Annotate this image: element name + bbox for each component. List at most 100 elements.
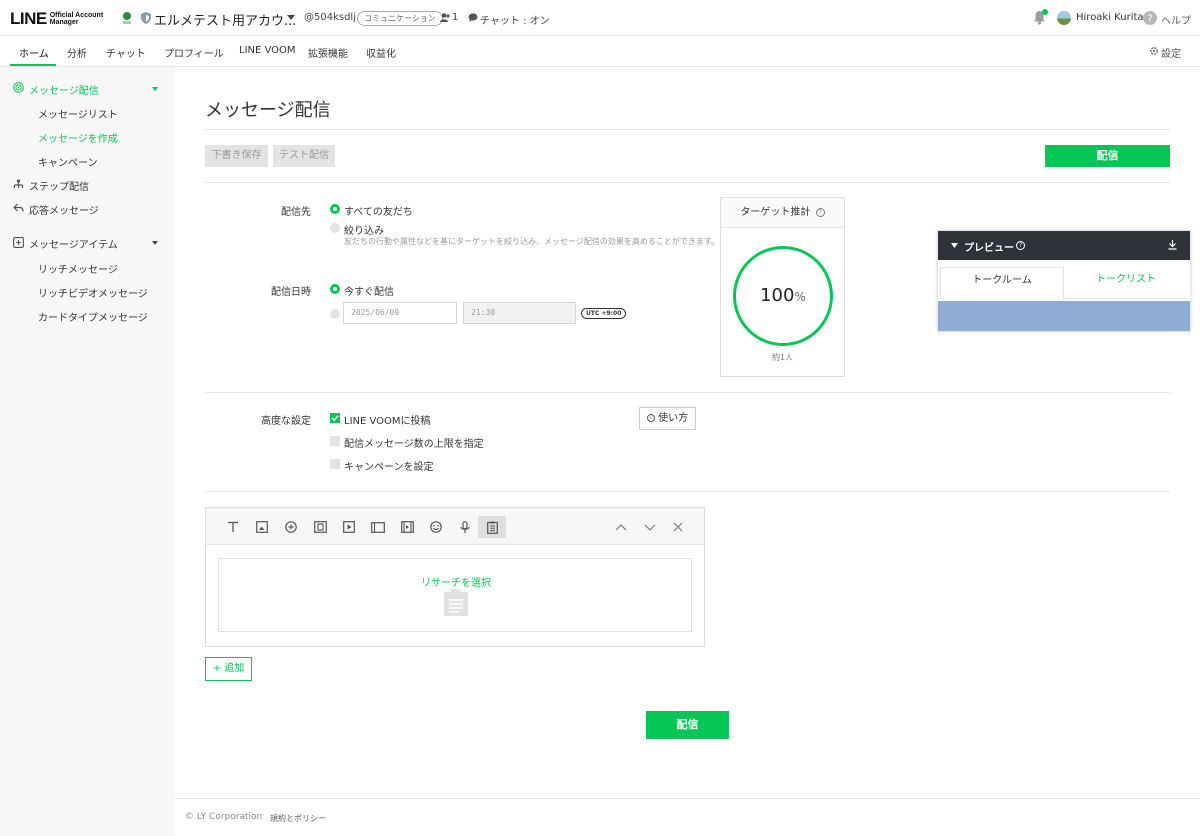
- sidebar-item-campaign[interactable]: キャンペーン: [38, 154, 98, 169]
- user-name[interactable]: Hiroaki Kurita: [1076, 12, 1144, 23]
- shield-icon: [141, 12, 151, 24]
- test-send-button[interactable]: テスト配信: [273, 145, 335, 167]
- delivery-limit-checkbox[interactable]: [330, 436, 340, 446]
- research-icon[interactable]: [478, 516, 506, 538]
- card-icon[interactable]: [364, 516, 392, 538]
- info-icon: i: [646, 414, 655, 422]
- logo-text: LINE: [10, 9, 47, 28]
- voom-post-label[interactable]: LINE VOOMに投稿: [344, 412, 431, 427]
- sidebar-item-rich-video-message[interactable]: リッチビデオメッセージ: [38, 285, 148, 300]
- sidebar-item-rich-message[interactable]: リッチメッセージ: [38, 261, 118, 276]
- plus-icon: +: [212, 663, 222, 674]
- close-icon[interactable]: [664, 516, 692, 538]
- footer: © LY Corporation 規約とポリシー: [175, 798, 1200, 836]
- schedule-now-label[interactable]: 今すぐ配信: [344, 283, 394, 298]
- chevron-down-icon[interactable]: [287, 15, 295, 20]
- tab-analytics[interactable]: 分析: [67, 45, 87, 60]
- sidebar-item-step-delivery[interactable]: ステップ配信: [29, 178, 89, 193]
- svg-text:?: ?: [1147, 14, 1152, 25]
- how-to-button[interactable]: i 使い方: [639, 407, 696, 430]
- divider: [205, 129, 1170, 130]
- preview-title: プレビュー: [964, 243, 1014, 254]
- delivery-limit-label[interactable]: 配信メッセージ数の上限を指定: [344, 435, 484, 450]
- chevron-down-icon[interactable]: [636, 516, 664, 538]
- send-button-bottom[interactable]: 配信: [646, 711, 729, 739]
- terms-policy-link[interactable]: 規約とポリシー: [270, 813, 326, 824]
- tab-line-voom[interactable]: LINE VOOM: [239, 45, 296, 56]
- preview-panel: プレビュー ? トークルーム トークリスト: [938, 231, 1190, 331]
- main-nav: ホーム 分析 チャット プロフィール LINE VOOM 拡張機能 収益化 設定: [0, 37, 1200, 67]
- line-logo[interactable]: LINE Official Account Manager: [10, 9, 110, 29]
- target-estimate-title: ターゲット推計: [740, 207, 811, 218]
- help-icon[interactable]: ?: [1016, 241, 1025, 250]
- video-icon[interactable]: [335, 516, 363, 538]
- chevron-down-icon[interactable]: [152, 87, 158, 91]
- sidebar-item-message-items[interactable]: メッセージアイテム: [29, 236, 118, 251]
- reply-icon: [13, 203, 24, 213]
- stamp-icon[interactable]: [277, 516, 305, 538]
- preview-chat-area: [938, 301, 1190, 331]
- help-icon[interactable]: ?: [1143, 11, 1157, 25]
- sidebar-item-create-message[interactable]: メッセージを作成: [38, 130, 118, 145]
- account-name[interactable]: エルメテスト用アカウ...: [154, 10, 296, 29]
- message-editor: リサーチを選択: [205, 507, 705, 647]
- schedule-time-field[interactable]: 21:30: [463, 302, 576, 324]
- schedule-later-radio[interactable]: [330, 309, 340, 319]
- target-count: 約1人: [771, 353, 794, 362]
- text-icon[interactable]: [219, 516, 247, 538]
- emoji-icon[interactable]: [422, 516, 450, 538]
- tab-extensions[interactable]: 拡張機能: [308, 45, 348, 60]
- coupon-icon[interactable]: [306, 516, 334, 538]
- download-icon[interactable]: [1168, 240, 1177, 250]
- save-draft-button[interactable]: 下書き保存: [205, 145, 268, 167]
- page-title: メッセージ配信: [205, 100, 331, 121]
- tab-talklist[interactable]: トークリスト: [1064, 267, 1188, 299]
- plan-badge: コミュニケーション: [357, 11, 443, 26]
- rich-video-icon[interactable]: [393, 516, 421, 538]
- recipient-all-radio[interactable]: [330, 204, 340, 214]
- recipient-filter-radio[interactable]: [330, 223, 340, 233]
- schedule-date-field[interactable]: 2025/06/09: [343, 302, 457, 324]
- sidebar-item-auto-response[interactable]: 応答メッセージ: [29, 202, 99, 217]
- chat-status[interactable]: チャット : オン: [480, 12, 550, 27]
- chevron-down-icon[interactable]: [152, 241, 158, 245]
- sidebar-item-message-list[interactable]: メッセージリスト: [38, 106, 118, 121]
- tab-chat[interactable]: チャット: [106, 45, 146, 60]
- campaign-checkbox[interactable]: [330, 459, 340, 469]
- target-percent-ring: 100%: [733, 246, 833, 346]
- chevron-up-icon[interactable]: [607, 516, 635, 538]
- sidebar-item-card-type-message[interactable]: カードタイプメッセージ: [38, 309, 148, 324]
- account-avatar-icon[interactable]: [121, 11, 133, 25]
- settings-link[interactable]: 設定: [1161, 45, 1181, 60]
- editor-toolbar: [206, 508, 704, 545]
- sidebar-item-message-delivery[interactable]: メッセージ配信: [29, 82, 99, 97]
- select-research-link[interactable]: リサーチを選択: [219, 574, 693, 589]
- research-select-area[interactable]: リサーチを選択: [218, 558, 692, 632]
- recipient-label: 配信先: [281, 207, 311, 218]
- recipient-all-label[interactable]: すべての友だち: [344, 203, 413, 218]
- sidebar: メッセージ配信 メッセージリスト メッセージを作成 キャンペーン ステップ配信 …: [0, 67, 175, 836]
- tab-monetization[interactable]: 収益化: [366, 45, 396, 60]
- broadcast-icon: [13, 82, 24, 93]
- tab-profile[interactable]: プロフィール: [164, 45, 224, 60]
- friends-icon: [440, 13, 450, 22]
- schedule-now-radio[interactable]: [330, 284, 340, 294]
- recipient-filter-label[interactable]: 絞り込み: [344, 222, 384, 237]
- collapse-icon[interactable]: [951, 243, 958, 248]
- voice-icon[interactable]: [451, 516, 479, 538]
- user-avatar[interactable]: [1057, 11, 1071, 25]
- gear-icon[interactable]: [1149, 46, 1159, 56]
- image-icon[interactable]: [248, 516, 276, 538]
- recipient-filter-description: 友だちの行動や属性などを基にターゲットを絞り込み、メッセージ配信の効果を高めるこ…: [344, 237, 720, 246]
- voom-post-checkbox[interactable]: [330, 413, 340, 423]
- add-message-button[interactable]: + 追加: [205, 657, 252, 681]
- tab-talkroom[interactable]: トークルーム: [940, 267, 1064, 299]
- help-icon[interactable]: ?: [815, 207, 825, 217]
- campaign-label[interactable]: キャンペーンを設定: [344, 458, 434, 473]
- send-button-top[interactable]: 配信: [1045, 145, 1170, 167]
- target-estimate-card: ターゲット推計 ? 100% 約1人: [720, 197, 845, 377]
- preview-header[interactable]: プレビュー ?: [938, 231, 1190, 260]
- tab-home[interactable]: ホーム: [19, 45, 49, 60]
- help-link[interactable]: ヘルプ: [1161, 12, 1191, 27]
- target-percent-unit: %: [794, 290, 806, 304]
